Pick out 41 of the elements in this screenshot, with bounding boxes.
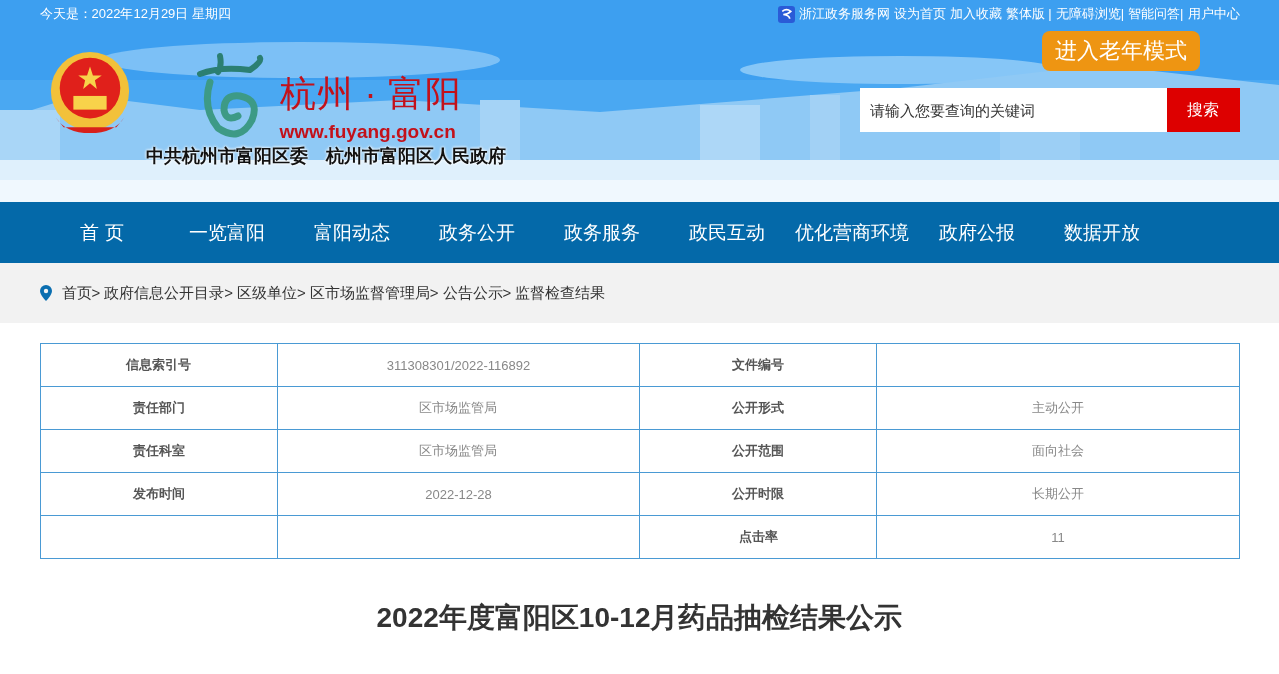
nav-item[interactable]: 数据开放	[1039, 219, 1165, 246]
nav-item[interactable]: 富阳动态	[289, 219, 415, 246]
breadcrumb-link[interactable]: 监督检查结果	[515, 283, 606, 303]
field-value: 区市场监管局	[419, 400, 498, 415]
field-label: 公开形式	[732, 400, 785, 415]
field-value: 2022-12-28	[425, 486, 492, 502]
field-label: 公开时限	[732, 486, 785, 501]
organization-name: 中共杭州市富阳区委	[145, 145, 308, 168]
field-label: 文件编号	[732, 357, 785, 372]
nav-item[interactable]: 政府公报	[914, 219, 1040, 246]
field-label: 信息索引号	[126, 357, 192, 372]
site-url: www.fuyang.gov.cn	[279, 121, 457, 143]
breadcrumb-link[interactable]: 政府信息公开目录>	[104, 283, 234, 303]
nav-item[interactable]: 首 页	[39, 219, 165, 246]
article-title: 2022年度富阳区10-12月药品抽检结果公示	[375, 601, 904, 635]
breadcrumb-link[interactable]: 公告公示>	[442, 283, 512, 303]
nav-item[interactable]: 政民互动	[664, 219, 790, 246]
breadcrumb-link[interactable]: 区市场监督管理局>	[309, 283, 439, 303]
location-pin-icon	[39, 285, 52, 301]
nav-item[interactable]: 政务公开	[414, 219, 540, 246]
field-value: 主动公开	[1031, 400, 1084, 415]
nav-item[interactable]: 优化营商环境	[789, 219, 915, 246]
breadcrumb-link[interactable]: 区级单位>	[237, 283, 306, 303]
site-name: 杭州 · 富阳	[279, 72, 463, 116]
field-value: 11	[1051, 529, 1065, 545]
field-label: 公开范围	[732, 443, 785, 458]
field-label: 责任科室	[132, 443, 185, 458]
field-value: 311308301/2022-116892	[386, 357, 531, 373]
field-value: 长期公开	[1031, 486, 1084, 501]
field-label: 发布时间	[132, 486, 185, 501]
search-field[interactable]: 请输入您要查询的关键词	[859, 88, 1167, 132]
nav-item[interactable]: 政务服务	[539, 219, 665, 246]
field-value: 区市场监管局	[419, 443, 498, 458]
date-text: 今天是：2022年12月29日 星期四	[39, 5, 231, 23]
search-button[interactable]: 搜索	[1166, 88, 1240, 132]
field-label: 责任部门	[132, 400, 185, 415]
breadcrumb-link[interactable]: 首页>	[61, 283, 101, 303]
nav-item[interactable]: 一览富阳	[164, 219, 290, 246]
organization-name: 杭州市富阳区人民政府	[325, 145, 506, 168]
field-label: 点击率	[738, 529, 778, 544]
field-value: 面向社会	[1031, 443, 1084, 458]
